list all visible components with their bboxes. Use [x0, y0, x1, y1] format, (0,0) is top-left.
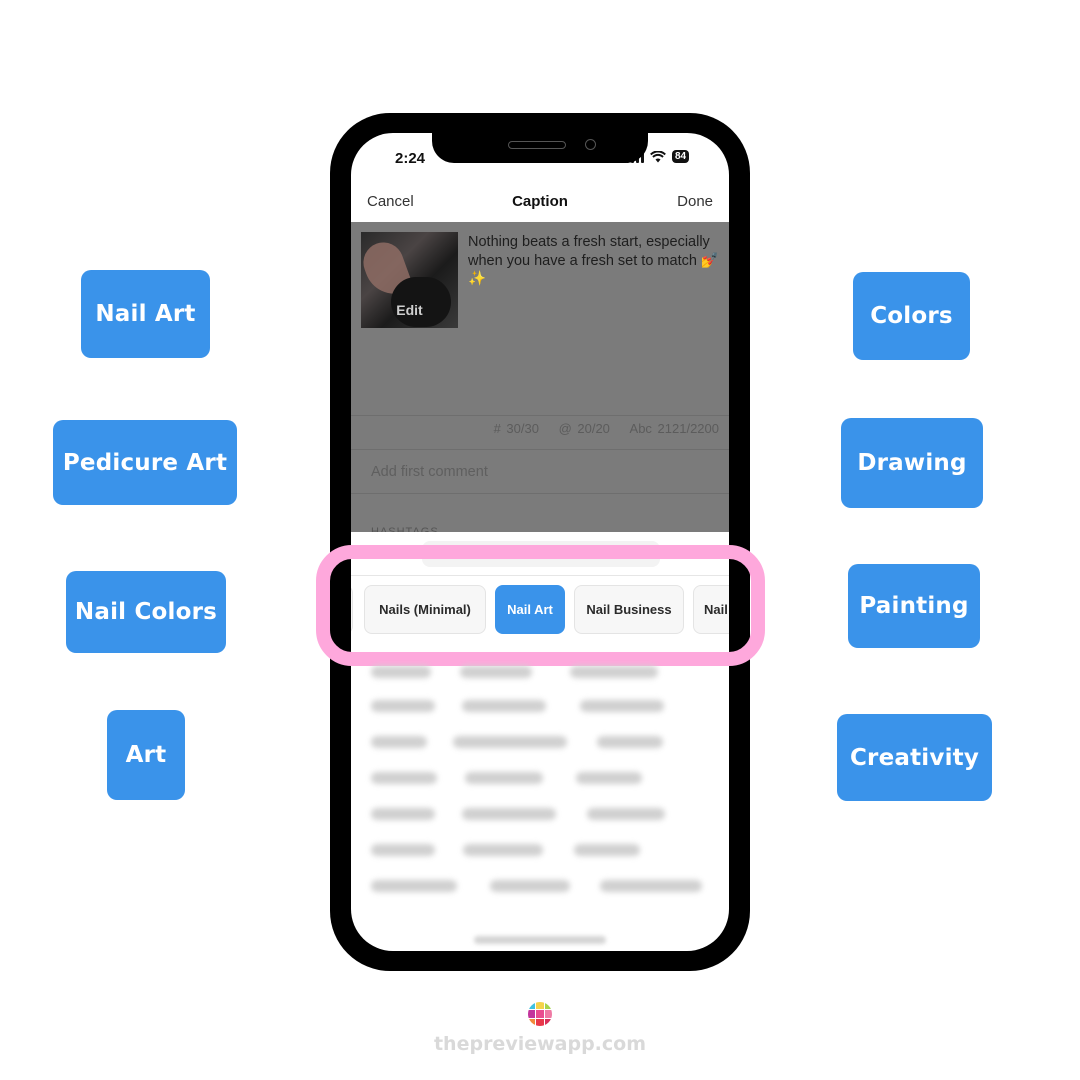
blurred-hashtag [371, 880, 457, 892]
first-comment-input[interactable]: Add first comment [371, 464, 488, 480]
blurred-hashtag [597, 736, 663, 748]
done-button[interactable]: Done [677, 193, 713, 210]
post-thumbnail[interactable]: Edit [361, 232, 458, 328]
edit-thumbnail-label[interactable]: Edit [361, 302, 458, 318]
cancel-button[interactable]: Cancel [367, 193, 414, 210]
blurred-hashtag [371, 772, 437, 784]
battery-icon: 84 [672, 150, 690, 163]
website-footer: thepreviewapp.com [433, 1033, 647, 1055]
divider [351, 449, 729, 450]
notch [432, 113, 648, 163]
wifi-icon [650, 150, 666, 162]
status-time: 2:24 [395, 150, 426, 167]
blurred-hashtag [465, 772, 543, 784]
tag-creativity: Creativity [837, 714, 992, 801]
blurred-hashtag [371, 736, 427, 748]
blurred-hashtag [462, 808, 556, 820]
divider [351, 493, 729, 494]
tag-art: Art [107, 710, 185, 800]
caption-navbar: Caption Cancel Done [351, 185, 729, 222]
character-counter: Abc 2121/2200 [629, 421, 719, 436]
blurred-hashtag [462, 700, 546, 712]
blurred-hashtag [371, 666, 431, 678]
tag-drawing: Drawing [841, 418, 983, 508]
tag-painting: Painting [848, 564, 980, 648]
blurred-hashtag [453, 736, 567, 748]
caption-input[interactable]: Nothing beats a fresh start, especially … [468, 233, 723, 289]
blurred-hashtag [371, 808, 435, 820]
blurred-hashtag [587, 808, 665, 820]
speaker-icon [508, 141, 566, 149]
home-indicator [474, 936, 606, 944]
blurred-hashtag [576, 772, 642, 784]
blurred-hashtag [574, 844, 640, 856]
hashtag-counter: # 30/30 [493, 421, 539, 436]
tag-nail-art: Nail Art [81, 270, 210, 358]
highlight-outline [316, 545, 765, 666]
blurred-hashtag [600, 880, 702, 892]
blurred-hashtag [580, 700, 664, 712]
blurred-hashtag [371, 844, 435, 856]
blurred-hashtag [460, 666, 532, 678]
caption-counters: # 30/30 @ 20/20 Abc 2121/2200 [351, 421, 719, 436]
tag-pedicure-art: Pedicure Art [53, 420, 237, 505]
divider [351, 415, 729, 416]
blurred-hashtag [570, 666, 658, 678]
tag-colors: Colors [853, 272, 970, 360]
preview-app-logo [528, 1002, 552, 1026]
blurred-hashtag [490, 880, 570, 892]
camera-icon [585, 139, 596, 150]
tag-nail-colors: Nail Colors [66, 571, 226, 653]
hashtags-section-label: HASHTAGS [371, 526, 439, 532]
blurred-hashtag [463, 844, 543, 856]
mention-counter: @ 20/20 [558, 421, 610, 436]
blurred-hashtag [371, 700, 435, 712]
